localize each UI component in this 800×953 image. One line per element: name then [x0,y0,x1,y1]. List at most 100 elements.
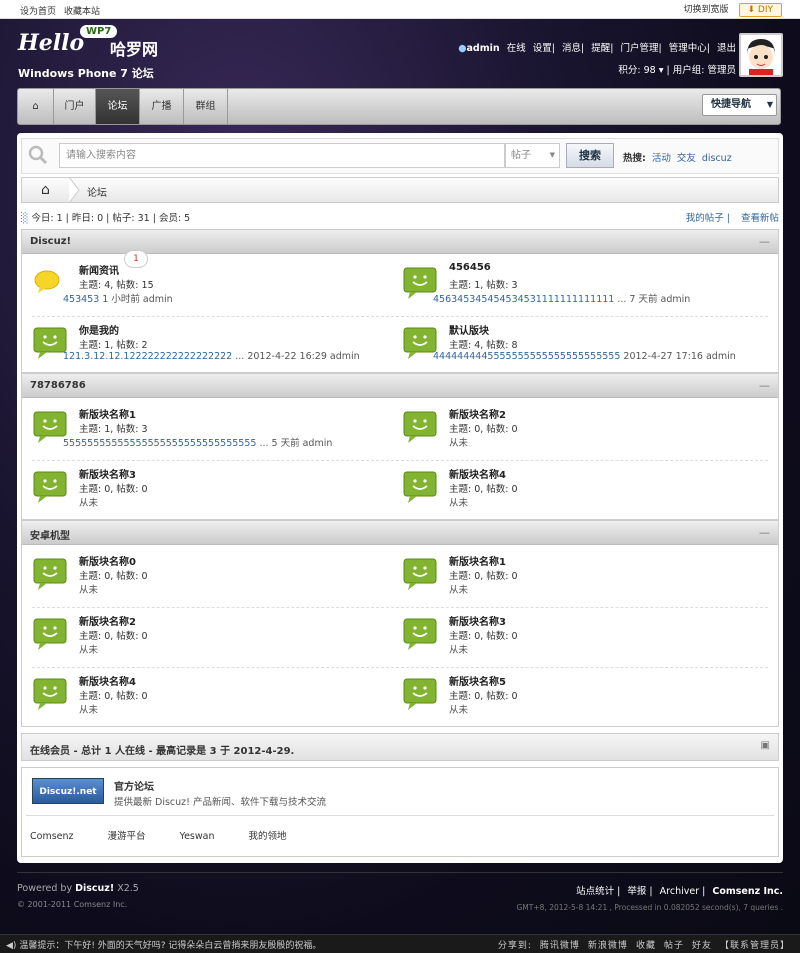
link-my-domain[interactable]: 我的领地 [248,828,286,842]
search-button[interactable]: 搜索 [566,143,614,168]
forum-name[interactable]: 新版块名称0 [79,553,136,568]
forum-item[interactable]: 456456 主题: 1, 帖数: 3 4563453454545345311111… [396,262,766,312]
hot-link[interactable]: 活动 [652,153,671,164]
forum-icon [33,678,67,710]
contact-admin[interactable]: 【联系管理员】 [720,941,790,951]
footer-company-link[interactable]: Comsenz Inc. [712,886,783,897]
forum-item[interactable]: 新版块名称5 主题: 0, 帖数: 0 从未 [396,673,766,723]
share-tencent[interactable]: 腾讯微博 [540,941,580,951]
forum-item[interactable]: 新版块名称3 主题: 0, 帖数: 0 从未 [26,466,396,516]
bookmark-link[interactable]: 收藏本站 [64,7,100,17]
forum-item[interactable]: 新版块名称4 主题: 0, 帖数: 0 从未 [396,466,766,516]
share-sina[interactable]: 新浪微博 [588,941,628,951]
share-label: 分享到: [497,941,532,951]
user-link-logout[interactable]: 退出 [717,43,736,54]
last-post-meta: 从未 [79,645,99,656]
caret-down-icon: ▼ [766,100,773,109]
link-comsenz[interactable]: Comsenz [30,831,74,842]
official-link-name[interactable]: 官方论坛 [114,778,154,793]
forum-item[interactable]: 你是我的 主题: 1, 帖数: 2 121.3.12.12.122222222222… [26,322,396,372]
link-manyou[interactable]: 漫游平台 [108,828,146,842]
chevron-down-icon[interactable]: ▾ [659,65,664,76]
forum-stats: ░ 今日: 1 | 昨日: 0 | 帖子: 31 | 会员: 5 我的帖子 | … [21,213,779,224]
forum-last-post: 从未 [449,435,468,449]
forum-name[interactable]: 新版块名称5 [449,673,506,688]
expand-icon[interactable]: ▣ [761,740,770,751]
forum-item[interactable]: 默认版块 主题: 4, 帖数: 8 444444444555555555555555… [396,322,766,372]
hot-link[interactable]: 交友 [677,153,696,164]
footer-link-archiver[interactable]: Archiver [660,886,699,897]
nav-item-broadcast[interactable]: 广播 [140,89,184,124]
share-post[interactable]: 帖子 [664,941,684,951]
forum-name[interactable]: 新版块名称1 [79,406,136,421]
switch-wide-link[interactable]: 切换到宽版 [683,5,728,15]
forum-icon [33,558,67,590]
nav-item-groups[interactable]: 群组 [184,89,228,124]
link-yeswan[interactable]: Yeswan [180,831,215,842]
online-status[interactable]: 在线 [507,43,526,54]
user-link-messages[interactable]: 消息 [562,43,581,54]
last-post-link[interactable]: 55555555555555555555555555555555 [63,438,256,449]
new-count-badge: 1 [124,250,148,268]
forum-name[interactable]: 新版块名称4 [449,466,506,481]
avatar[interactable] [739,33,783,77]
quick-nav-button[interactable]: 快捷导航 ▼ [702,94,777,116]
username-link[interactable]: admin [467,43,500,54]
last-post-link[interactable]: 4444444445555555555555555555555 [433,351,620,362]
forum-name[interactable]: 新版块名称2 [449,406,506,421]
site-logo[interactable]: Hello WP7 哈罗网 Windows Phone 7 论坛 [18,25,178,85]
nav-item-portal[interactable]: 门户 [54,89,96,124]
online-members-header[interactable]: 在线会员 - 总计 1 人在线 - 最高记录是 3 于 2012-4-29. ▣ [21,733,779,761]
last-post-link[interactable]: 453453 [63,294,99,305]
forum-name[interactable]: 新版块名称3 [449,613,506,628]
diy-button[interactable]: ⬇ DIY [738,3,782,17]
forum-name[interactable]: 新闻资讯 [79,262,119,277]
forum-name[interactable]: 你是我的 [79,322,119,337]
share-favorite[interactable]: 收藏 [636,941,656,951]
forum-group: 78786786— 新版块名称1 主题: 1, 帖数: 3 5555555555555… [21,373,779,520]
forum-item[interactable]: 新版块名称0 主题: 0, 帖数: 0 从未 [26,553,396,603]
last-post-meta: 从未 [449,645,469,656]
forum-last-post: 453453 1 小时前 admin [63,291,173,305]
last-post-link[interactable]: 456345345454534531111111111111 [433,294,614,305]
forum-name[interactable]: 默认版块 [449,322,489,337]
user-link-admin-center[interactable]: 管理中心 [669,43,707,54]
user-link-settings[interactable]: 设置 [533,43,552,54]
search-type-select[interactable]: 帖子 ▼ [505,143,560,168]
collapse-icon[interactable]: — [759,526,770,539]
last-post-link[interactable]: 121.3.12.12.122222222222222222 [63,351,232,362]
footer-link-stats[interactable]: 站点统计 [576,886,614,897]
avatar-icon [741,35,781,75]
discuz-logo[interactable]: Discuz!.net [32,778,104,804]
user-link-portal-admin[interactable]: 门户管理 [620,43,658,54]
search-input[interactable]: 请输入搜索内容 [59,143,505,168]
hot-link[interactable]: discuz [702,153,732,164]
group-header[interactable]: 78786786 — [22,374,778,398]
forum-item[interactable]: 新版块名称1 主题: 1, 帖数: 3 5555555555555555555555… [26,406,396,456]
new-posts-link[interactable]: 查看新帖 [741,213,779,224]
nav-home[interactable]: ⌂ [18,89,54,124]
collapse-icon[interactable]: — [759,235,770,248]
forum-name[interactable]: 456456 [449,262,491,273]
product-link[interactable]: Discuz! [75,883,114,894]
nav-item-forum[interactable]: 论坛 [96,89,140,124]
forum-name[interactable]: 新版块名称3 [79,466,136,481]
share-friend[interactable]: 好友 [692,941,712,951]
forum-item[interactable]: 新版块名称3 主题: 0, 帖数: 0 从未 [396,613,766,663]
set-home-link[interactable]: 设为首页 [20,7,56,17]
my-posts-link[interactable]: 我的帖子 [686,213,724,224]
breadcrumb-home[interactable]: ⌂ [22,178,70,202]
footer-link-report[interactable]: 举报 [627,886,646,897]
forum-item[interactable]: 新版块名称2 主题: 0, 帖数: 0 从未 [396,406,766,456]
points-link[interactable]: 积分: 98 [618,65,655,76]
forum-item[interactable]: 新闻资讯 1 主题: 4, 帖数: 15 453453 1 小时前 admin [26,250,396,312]
forum-name[interactable]: 新版块名称2 [79,613,136,628]
forum-item[interactable]: 新版块名称1 主题: 0, 帖数: 0 从未 [396,553,766,603]
forum-name[interactable]: 新版块名称4 [79,673,136,688]
forum-item[interactable]: 新版块名称2 主题: 0, 帖数: 0 从未 [26,613,396,663]
forum-name[interactable]: 新版块名称1 [449,553,506,568]
forum-item[interactable]: 新版块名称4 主题: 0, 帖数: 0 从未 [26,673,396,723]
collapse-icon[interactable]: — [759,379,770,392]
user-link-reminders[interactable]: 提醒 [591,43,610,54]
group-header[interactable]: 安卓机型 — [22,521,778,545]
